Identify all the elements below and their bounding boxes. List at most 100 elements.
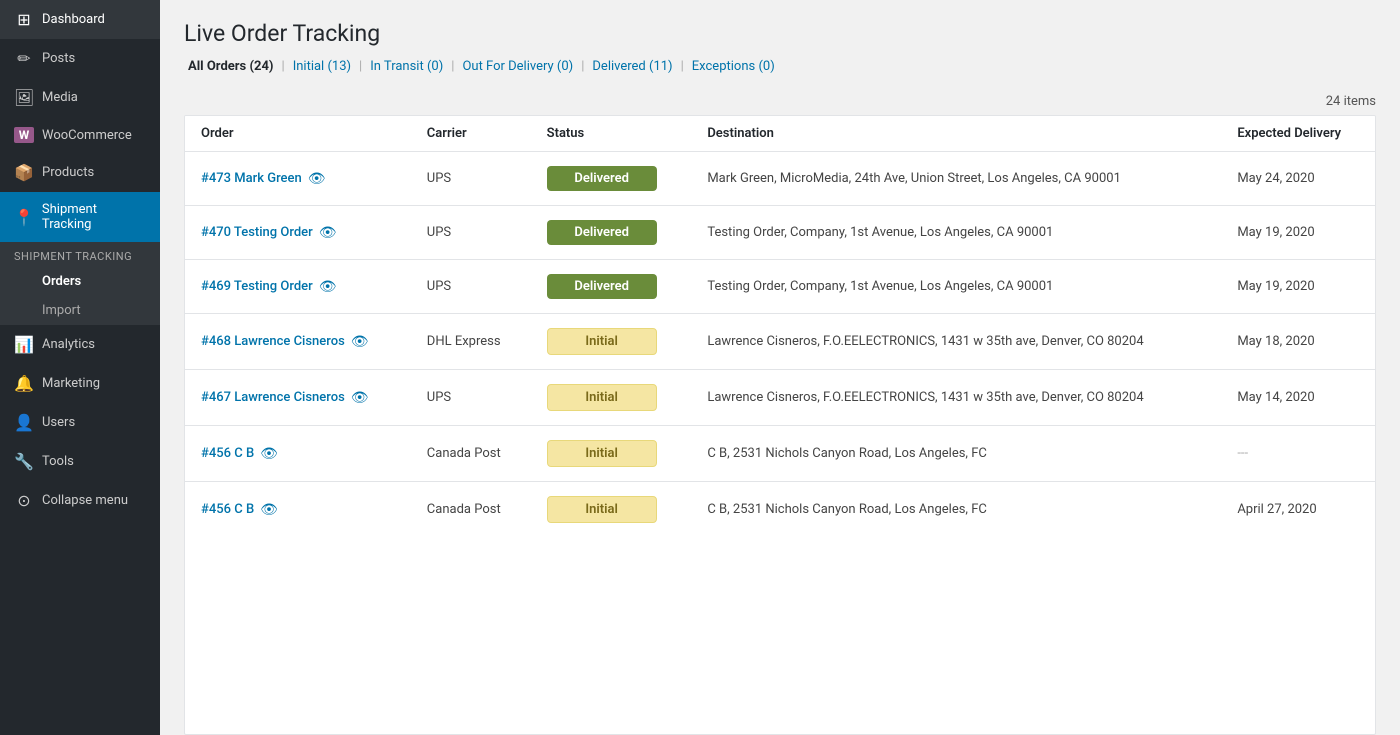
sidebar-item-woocommerce[interactable]: W WooCommerce [0, 117, 160, 153]
status-cell: Initial [531, 314, 692, 370]
sidebar-item-collapse[interactable]: ⊙ Collapse menu [0, 481, 160, 520]
delivery-date: --- [1237, 446, 1248, 461]
sidebar-item-label: Analytics [42, 337, 95, 352]
view-order-icon[interactable]: 👁 [308, 171, 326, 187]
view-order-icon[interactable]: 👁 [319, 279, 337, 295]
carrier-cell: Canada Post [411, 482, 531, 538]
filter-tab-exceptions-link[interactable]: Exceptions (0) [692, 59, 775, 74]
filter-tab-delivered-count: (11) [649, 59, 673, 74]
destination-cell: C B, 2531 Nichols Canyon Road, Los Angel… [691, 482, 1221, 538]
table-row: #469 Testing Order 👁 UPS Delivered Testing… [185, 260, 1375, 314]
order-cell: #456 C B 👁 [185, 482, 411, 538]
carrier-cell: UPS [411, 152, 531, 206]
sidebar-item-media[interactable]: 🖼 Media [0, 78, 160, 117]
filter-tab-out-for-delivery-link[interactable]: Out For Delivery (0) [462, 59, 573, 74]
view-order-icon[interactable]: 👁 [351, 334, 369, 350]
separator-2: | [355, 59, 366, 74]
filter-tab-in-transit[interactable]: In Transit (0) [366, 57, 447, 76]
filter-tab-in-transit-link[interactable]: In Transit (0) [370, 59, 443, 74]
col-destination: Destination [691, 116, 1221, 152]
shipment-tracking-submenu: Shipment Tracking Orders Import [0, 242, 160, 325]
dashboard-icon: ⊞ [14, 10, 34, 29]
carrier-name: UPS [427, 171, 451, 186]
orders-table-container: Order Carrier Status Destination Expecte… [184, 115, 1376, 735]
filter-tab-exceptions-label: Exceptions [692, 59, 755, 74]
destination-cell: Mark Green, MicroMedia, 24th Ave, Union … [691, 152, 1221, 206]
order-cell: #470 Testing Order 👁 [185, 206, 411, 260]
filter-tab-initial[interactable]: Initial (13) [289, 57, 355, 76]
submenu-item-orders[interactable]: Orders [0, 267, 160, 296]
status-badge: Initial [547, 440, 657, 467]
carrier-name: UPS [427, 279, 451, 294]
carrier-cell: DHL Express [411, 314, 531, 370]
separator-3: | [447, 59, 458, 74]
expected-delivery-cell: May 14, 2020 [1221, 370, 1375, 426]
order-link[interactable]: #456 C B [201, 446, 254, 461]
filter-tab-all-count: (24) [249, 59, 273, 74]
separator-4: | [577, 59, 588, 74]
sidebar-item-users[interactable]: 👤 Users [0, 403, 160, 442]
marketing-icon: 🔔 [14, 374, 34, 393]
filter-tab-out-for-delivery[interactable]: Out For Delivery (0) [458, 57, 577, 76]
items-count: 24 items [160, 88, 1400, 115]
destination-text: Testing Order, Company, 1st Avenue, Los … [707, 279, 1053, 294]
filter-tab-all[interactable]: All Orders (24) [184, 57, 278, 76]
sidebar-item-shipment-tracking[interactable]: 📍 Shipment Tracking [0, 192, 160, 242]
sidebar-item-posts[interactable]: ✏ Posts [0, 39, 160, 78]
destination-text: Lawrence Cisneros, F.O.EELECTRONICS, 143… [707, 334, 1143, 349]
status-cell: Delivered [531, 152, 692, 206]
filter-tab-delivered[interactable]: Delivered (11) [588, 57, 676, 76]
filter-tab-delivered-link[interactable]: Delivered (11) [592, 59, 672, 74]
filter-tab-initial-link[interactable]: Initial (13) [293, 59, 351, 74]
view-order-icon[interactable]: 👁 [260, 502, 278, 518]
status-badge: Initial [547, 384, 657, 411]
expected-delivery-cell: May 24, 2020 [1221, 152, 1375, 206]
sidebar-section-label: Shipment Tracking [0, 242, 160, 267]
view-order-icon[interactable]: 👁 [351, 390, 369, 406]
expected-delivery-cell: May 18, 2020 [1221, 314, 1375, 370]
status-badge: Delivered [547, 274, 657, 299]
order-link[interactable]: #456 C B [201, 502, 254, 517]
sidebar-item-products[interactable]: 📦 Products [0, 153, 160, 192]
separator-5: | [677, 59, 688, 74]
order-cell: #469 Testing Order 👁 [185, 260, 411, 314]
order-link[interactable]: #467 Lawrence Cisneros [201, 390, 345, 405]
sidebar-item-label: WooCommerce [42, 128, 132, 143]
status-badge: Delivered [547, 220, 657, 245]
sidebar-item-label: Shipment Tracking [42, 202, 146, 232]
expected-delivery-cell: --- [1221, 426, 1375, 482]
sidebar-item-analytics[interactable]: 📊 Analytics [0, 325, 160, 364]
sidebar-item-marketing[interactable]: 🔔 Marketing [0, 364, 160, 403]
filter-tab-out-for-delivery-count: (0) [557, 59, 573, 74]
main-content: Live Order Tracking All Orders (24) | In… [160, 0, 1400, 735]
order-link[interactable]: #473 Mark Green [201, 171, 302, 186]
order-cell: #468 Lawrence Cisneros 👁 [185, 314, 411, 370]
delivery-date: May 14, 2020 [1237, 390, 1314, 405]
destination-cell: C B, 2531 Nichols Canyon Road, Los Angel… [691, 426, 1221, 482]
sidebar-item-dashboard[interactable]: ⊞ Dashboard [0, 0, 160, 39]
order-link[interactable]: #469 Testing Order [201, 279, 313, 294]
carrier-cell: UPS [411, 206, 531, 260]
order-link[interactable]: #468 Lawrence Cisneros [201, 334, 345, 349]
separator-1: | [278, 59, 289, 74]
view-order-icon[interactable]: 👁 [260, 446, 278, 462]
tools-icon: 🔧 [14, 452, 34, 471]
posts-icon: ✏ [14, 49, 34, 68]
status-cell: Delivered [531, 206, 692, 260]
view-order-icon[interactable]: 👁 [319, 225, 337, 241]
orders-table: Order Carrier Status Destination Expecte… [185, 116, 1375, 537]
filter-tab-exceptions[interactable]: Exceptions (0) [688, 57, 779, 76]
carrier-name: UPS [427, 225, 451, 240]
sidebar-item-label: Marketing [42, 376, 100, 391]
filter-tab-initial-label: Initial [293, 59, 325, 74]
destination-text: C B, 2531 Nichols Canyon Road, Los Angel… [707, 446, 987, 461]
submenu-item-import[interactable]: Import [0, 296, 160, 325]
sidebar-item-label: Collapse menu [42, 493, 128, 508]
sidebar-item-tools[interactable]: 🔧 Tools [0, 442, 160, 481]
order-cell: #456 C B 👁 [185, 426, 411, 482]
carrier-name: DHL Express [427, 334, 501, 349]
table-row: #456 C B 👁 Canada PostInitialC B, 2531 N… [185, 426, 1375, 482]
filter-tab-initial-count: (13) [327, 59, 351, 74]
order-link[interactable]: #470 Testing Order [201, 225, 313, 240]
filter-tab-delivered-label: Delivered [592, 59, 645, 74]
